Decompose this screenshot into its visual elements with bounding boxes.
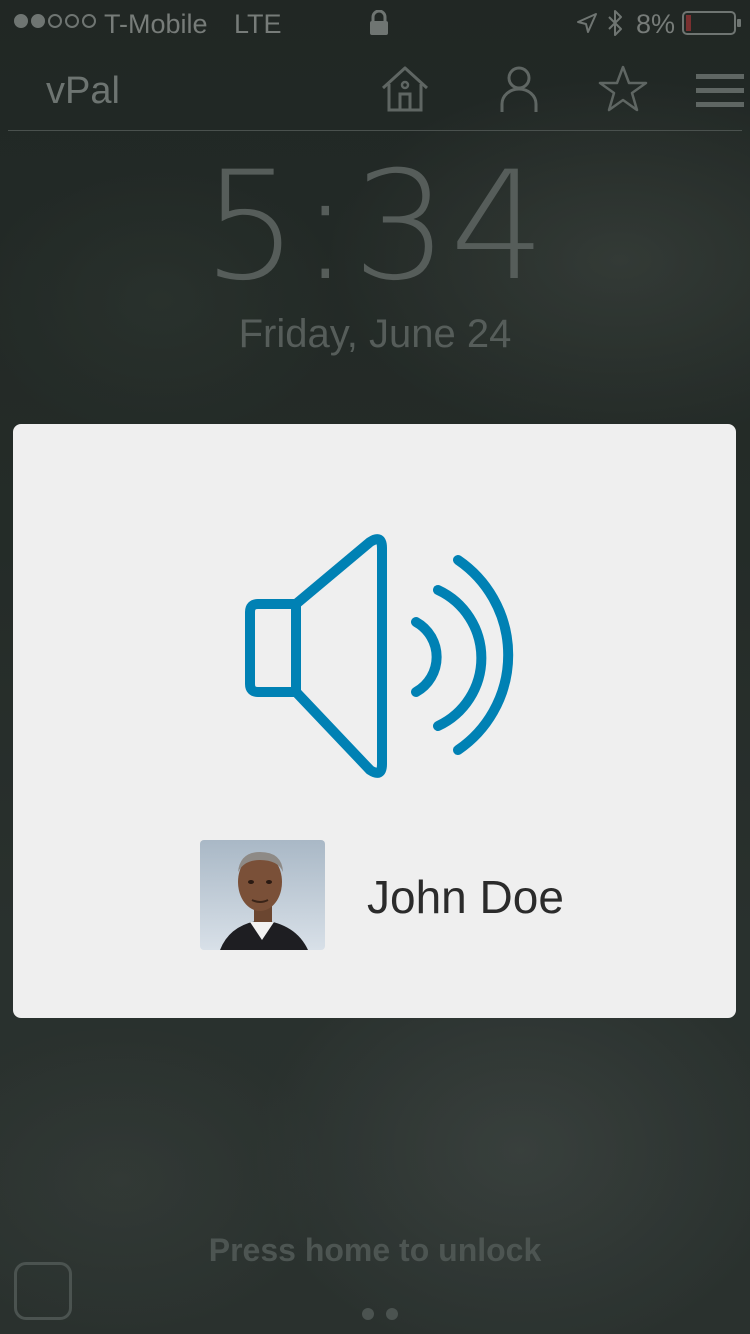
signal-dot — [14, 14, 28, 28]
lockscreen-time: 5:34 — [202, 140, 548, 314]
signal-dot — [48, 14, 62, 28]
signal-dot — [82, 14, 96, 28]
signal-dot — [31, 14, 45, 28]
signal-dot — [65, 14, 79, 28]
speaker-volume-icon[interactable] — [238, 534, 518, 779]
unlock-hint: Press home to unlock — [208, 1232, 542, 1268]
page-indicator — [362, 1308, 398, 1320]
menu-icon[interactable] — [694, 64, 746, 114]
network-type: LTE — [234, 9, 282, 39]
app-header: vPal — [0, 50, 750, 130]
bluetooth-icon — [608, 10, 622, 36]
lock-icon — [370, 10, 388, 35]
contact-name: John Doe — [367, 871, 564, 923]
battery-icon — [682, 11, 741, 35]
voice-call-modal: John Doe — [13, 424, 736, 1018]
battery-percent: 8% — [636, 9, 676, 39]
person-icon[interactable] — [494, 64, 544, 114]
header-divider — [8, 130, 742, 131]
page-dot — [386, 1308, 398, 1320]
home-icon[interactable] — [380, 64, 430, 114]
app-title: vPal — [46, 70, 120, 112]
contact-avatar — [200, 840, 325, 950]
location-icon — [577, 13, 597, 33]
lockscreen-date: Friday, June 24 — [238, 312, 512, 356]
camera-shortcut-icon[interactable] — [14, 1262, 72, 1320]
carrier-name: T-Mobile — [104, 9, 208, 39]
signal-strength-icon — [14, 14, 96, 28]
page-dot — [362, 1308, 374, 1320]
contact-info: John Doe — [200, 840, 620, 950]
status-bar: T-Mobile LTE 8% — [0, 0, 750, 46]
star-icon[interactable] — [598, 64, 648, 114]
